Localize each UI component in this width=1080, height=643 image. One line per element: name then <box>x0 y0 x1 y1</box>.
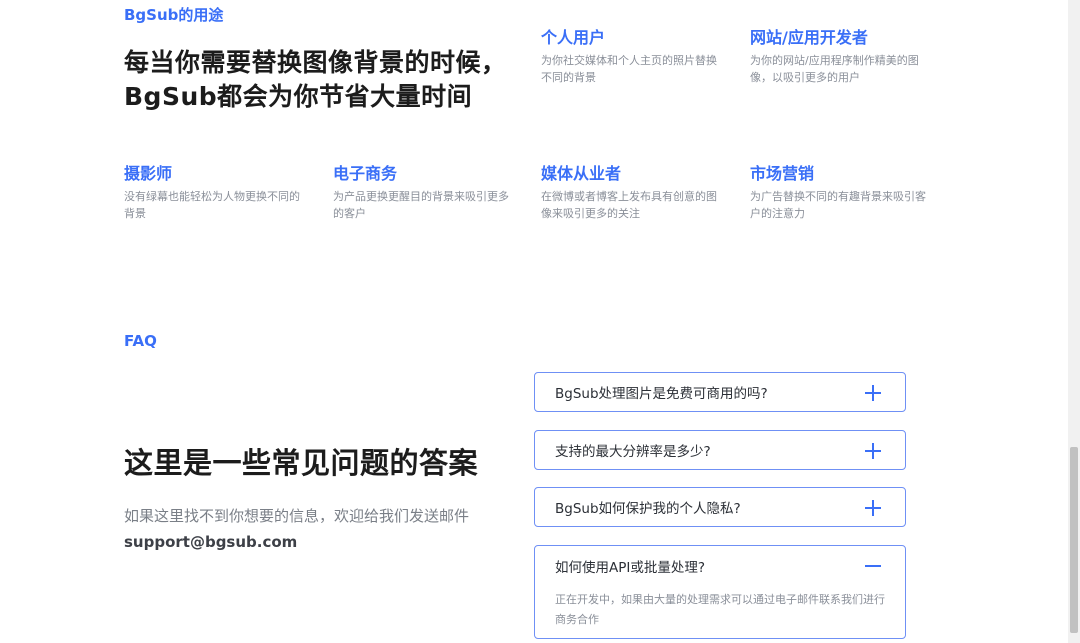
uses-headline-line1: 每当你需要替换图像背景的时候， <box>124 48 507 77</box>
faq-answer: 正在开发中，如果由大量的处理需求可以通过电子邮件联系我们进行商务合作 <box>555 593 885 626</box>
plus-icon[interactable] <box>865 385 881 401</box>
faq-question[interactable]: BgSub处理图片是免费可商用的吗? <box>555 373 768 411</box>
minus-icon[interactable] <box>865 558 881 574</box>
faq-question[interactable]: 支持的最大分辨率是多少? <box>555 431 711 469</box>
usecase-title: 摄影师 <box>124 164 173 183</box>
faq-item-resolution[interactable]: 支持的最大分辨率是多少? <box>534 430 906 470</box>
usecase-title: 电子商务 <box>333 164 398 183</box>
usecase-title: 市场营销 <box>750 164 815 183</box>
faq-item-commercial[interactable]: BgSub处理图片是免费可商用的吗? <box>534 372 906 412</box>
plus-icon[interactable] <box>865 443 881 459</box>
usecase-desc: 在微博或者博客上发布具有创意的图像来吸引更多的关注 <box>541 190 717 220</box>
usecase-photographer: 摄影师 没有绿幕也能轻松为人物更换不同的背景 <box>124 164 309 222</box>
faq-subtext: 如果这里找不到你想要的信息，欢迎给我们发送邮件 <box>124 507 470 525</box>
usecase-personal: 个人用户 为你社交媒体和个人主页的照片替换不同的背景 <box>541 28 726 86</box>
usecase-developer: 网站/应用开发者 为你的网站/应用程序制作精美的图像，以吸引更多的用户 <box>750 28 935 86</box>
plus-icon[interactable] <box>865 500 881 516</box>
faq-eyebrow: FAQ <box>124 332 157 350</box>
usecase-desc: 为广告替换不同的有趣背景来吸引客户的注意力 <box>750 190 926 220</box>
usecase-media: 媒体从业者 在微博或者博客上发布具有创意的图像来吸引更多的关注 <box>541 164 726 222</box>
usecase-desc: 为产品更换更醒目的背景来吸引更多的客户 <box>333 190 509 220</box>
faq-headline: 这里是一些常见问题的答案 <box>124 446 479 480</box>
usecase-title: 网站/应用开发者 <box>750 28 868 47</box>
uses-eyebrow: BgSub的用途 <box>124 6 224 24</box>
uses-headline: 每当你需要替换图像背景的时候， BgSub都会为你节省大量时间 <box>124 46 507 114</box>
faq-item-api[interactable]: 如何使用API或批量处理? 正在开发中，如果由大量的处理需求可以通过电子邮件联系… <box>534 545 906 639</box>
faq-question[interactable]: BgSub如何保护我的个人隐私? <box>555 488 741 526</box>
usecase-desc: 为你的网站/应用程序制作精美的图像，以吸引更多的用户 <box>750 54 919 84</box>
scrollbar-thumb[interactable] <box>1070 447 1078 633</box>
usecase-title: 媒体从业者 <box>541 164 622 183</box>
support-email-link[interactable]: support@bgsub.com <box>124 533 297 551</box>
page-scrollbar[interactable] <box>1068 0 1080 643</box>
faq-question[interactable]: 如何使用API或批量处理? <box>555 546 705 586</box>
faq-item-privacy[interactable]: BgSub如何保护我的个人隐私? <box>534 487 906 527</box>
usecase-desc: 为你社交媒体和个人主页的照片替换不同的背景 <box>541 54 717 84</box>
uses-headline-line2: BgSub都会为你节省大量时间 <box>124 82 473 111</box>
usecase-ecommerce: 电子商务 为产品更换更醒目的背景来吸引更多的客户 <box>333 164 518 222</box>
usecase-title: 个人用户 <box>541 28 606 47</box>
usecase-desc: 没有绿幕也能轻松为人物更换不同的背景 <box>124 190 300 220</box>
usecase-marketing: 市场营销 为广告替换不同的有趣背景来吸引客户的注意力 <box>750 164 935 222</box>
